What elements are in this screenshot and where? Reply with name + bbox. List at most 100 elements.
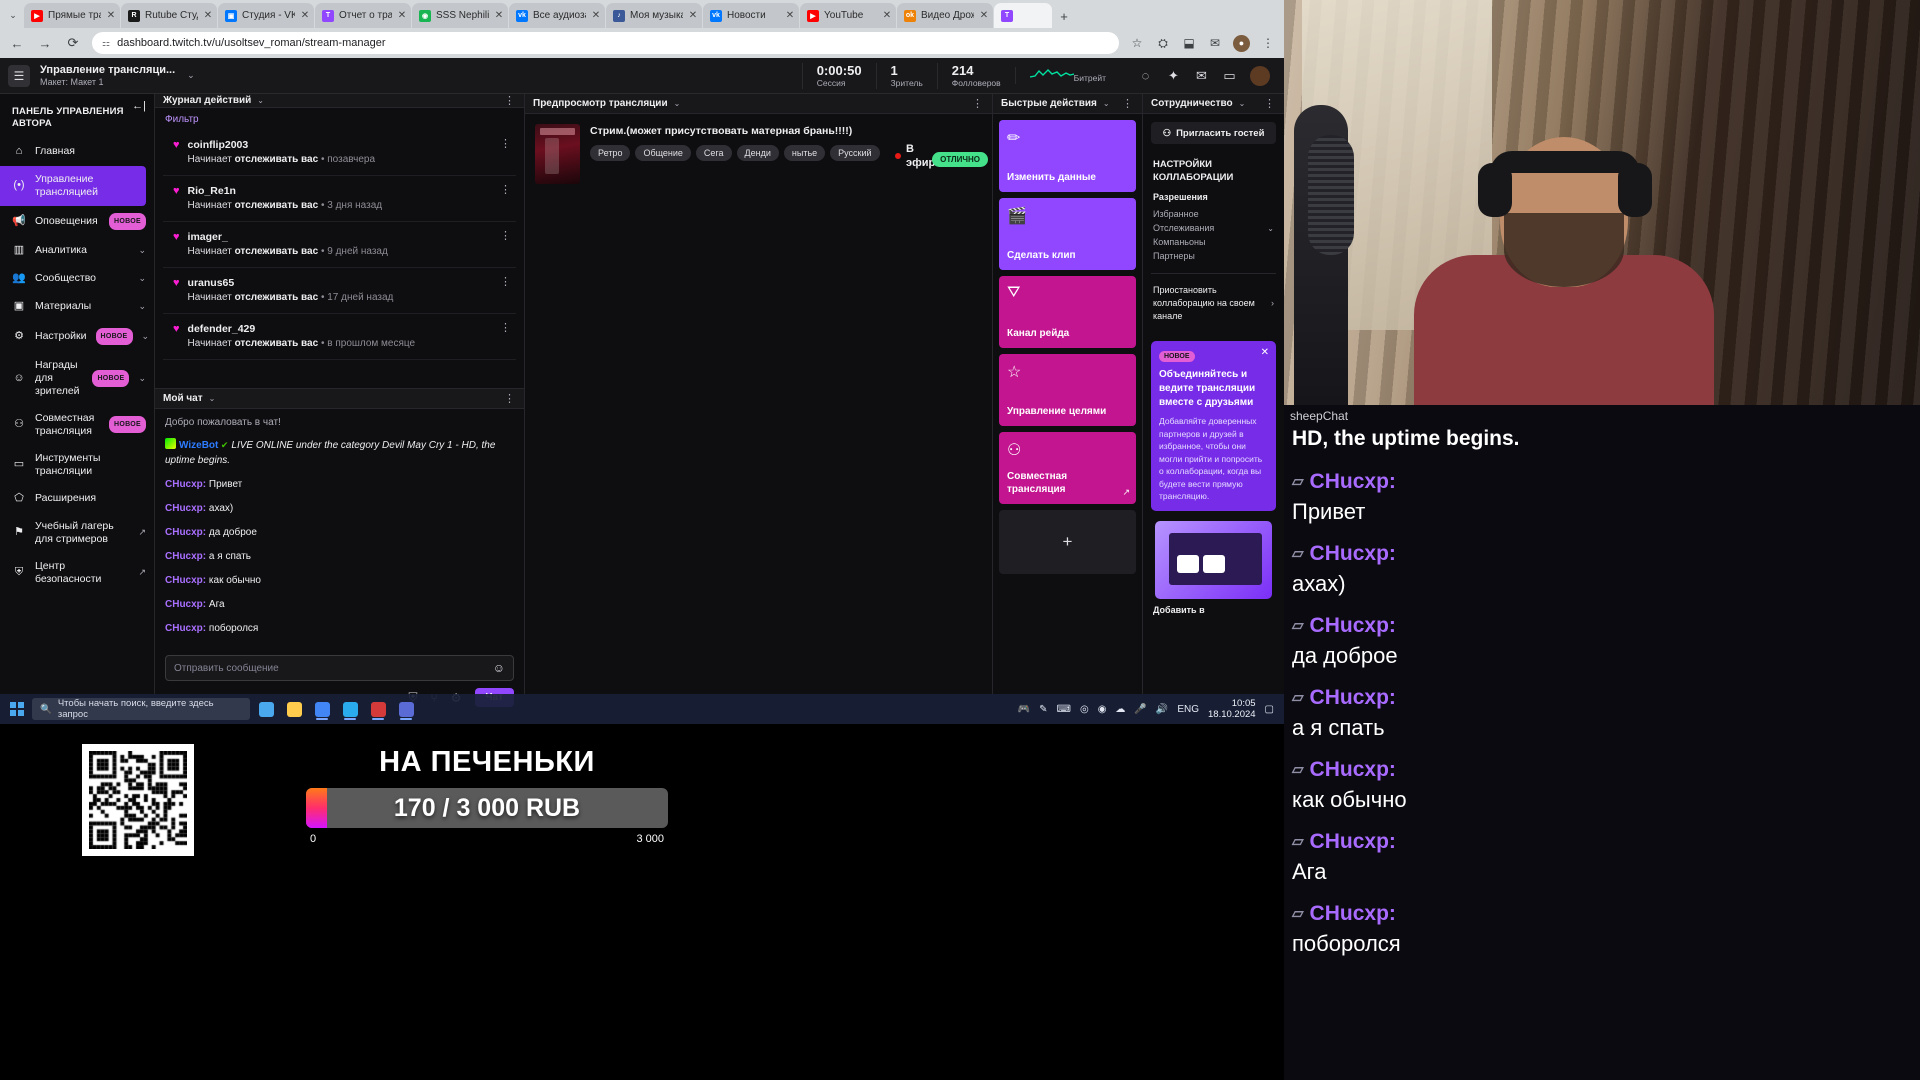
puzzle-icon[interactable]: ⛭ — [1155, 35, 1171, 51]
share-icon[interactable]: ⬓ — [1181, 35, 1197, 51]
windows-start-icon[interactable] — [6, 698, 28, 720]
close-icon[interactable]: ✕ — [785, 10, 795, 21]
cloud-icon[interactable]: ☁ — [1115, 704, 1125, 715]
reload-icon[interactable]: ⟳ — [64, 34, 82, 52]
close-icon[interactable]: ✕ — [494, 10, 504, 21]
chrome-icon[interactable] — [310, 697, 334, 721]
permission-option[interactable]: Избранное — [1151, 207, 1276, 221]
mail-icon[interactable]: ✉ — [1207, 35, 1223, 51]
activity-item[interactable]: ♥Rio_Re1nНачинает отслеживать вас • 3 дн… — [163, 176, 516, 222]
quick-action-card[interactable]: ⚇Совместная трансляция↗ — [999, 432, 1136, 504]
close-icon[interactable]: ✕ — [979, 10, 989, 21]
sound-icon[interactable]: 🔊 — [1156, 704, 1168, 715]
sidebar-item-учебный-лагерь-для-стримеров[interactable]: ⚑Учебный лагерь для стримеров↗ — [0, 513, 154, 553]
add-quick-action-button[interactable]: + — [999, 510, 1136, 574]
inbox-icon[interactable]: ✉ — [1194, 68, 1209, 83]
quick-action-card[interactable]: 🎬Сделать клип — [999, 198, 1136, 270]
collapse-sidebar-icon[interactable]: ←| — [132, 100, 146, 112]
help-icon[interactable]: ◌ — [1138, 68, 1153, 83]
chevron-down-icon[interactable]: ⌄ — [187, 70, 195, 81]
sidebar-item-материалы[interactable]: ▣Материалы⌄ — [0, 293, 154, 321]
language-indicator[interactable]: ENG — [1177, 704, 1199, 715]
sidebar-item-награды-для-зрителей[interactable]: ☺Награды для зрителейНОВОЕ⌄ — [0, 352, 154, 405]
kebab-menu-icon[interactable]: ⋮ — [1260, 35, 1276, 51]
game-icon[interactable]: 🎮 — [1018, 704, 1030, 715]
keyboard-icon[interactable]: ⌨ — [1057, 704, 1071, 715]
new-tab-button[interactable]: + — [1053, 4, 1075, 28]
activity-item[interactable]: ♥uranus65Начинает отслеживать вас • 17 д… — [163, 268, 516, 314]
activity-item[interactable]: ♥imager_Начинает отслеживать вас • 9 дне… — [163, 222, 516, 268]
browser-tab[interactable]: ▶Прямые тран...✕ — [24, 3, 120, 28]
chevron-down-icon[interactable]: ⌄ — [1267, 224, 1274, 233]
permission-option[interactable]: Компаньоны — [1151, 235, 1276, 249]
chevron-down-icon[interactable]: ⌄ — [257, 96, 264, 105]
sidebar-item-главная[interactable]: ⌂Главная — [0, 138, 154, 166]
browser-tab[interactable]: vkВсе аудиозап...✕ — [509, 3, 605, 28]
stream-tag[interactable]: Ретро — [590, 145, 630, 161]
kebab-menu-icon[interactable]: ⋮ — [504, 392, 516, 405]
chevron-down-icon[interactable]: ⌄ — [138, 272, 146, 285]
star-icon[interactable]: ☆ — [1129, 35, 1145, 51]
kebab-menu-icon[interactable]: ⋮ — [500, 230, 512, 259]
stream-tag[interactable]: Русский — [830, 145, 879, 161]
kebab-menu-icon[interactable]: ⋮ — [1122, 97, 1134, 110]
quick-action-card[interactable]: ✏Изменить данные — [999, 120, 1136, 192]
sidebar-item-аналитика[interactable]: ▥Аналитика⌄ — [0, 237, 154, 265]
chat-input[interactable]: Отправить сообщение ☺ — [165, 655, 514, 681]
notification-icon[interactable]: ▢ — [1265, 704, 1274, 715]
stream-tag[interactable]: Общение — [635, 145, 690, 161]
close-icon[interactable]: ✕ — [591, 10, 601, 21]
back-arrow-icon[interactable]: ← — [8, 34, 26, 52]
pause-collaboration-row[interactable]: Приостановить коллаборацию на своем кана… — [1151, 273, 1276, 333]
kebab-menu-icon[interactable]: ⋮ — [1264, 97, 1276, 110]
chevron-down-icon[interactable]: ⌄ — [1239, 99, 1246, 108]
sidebar-item-оповещения[interactable]: 📢ОповещенияНОВОЕ — [0, 206, 154, 237]
forward-arrow-icon[interactable]: → — [36, 34, 54, 52]
sidebar-item-совместная-трансляция[interactable]: ⚇Совместная трансляцияНОВОЕ — [0, 405, 154, 445]
prime-crown-icon[interactable]: ✦ — [1166, 68, 1181, 83]
stream-tag[interactable]: Сега — [696, 145, 732, 161]
permission-option[interactable]: Партнеры — [1151, 249, 1276, 263]
chevron-down-icon[interactable]: ⌄ — [142, 330, 150, 343]
obs-icon[interactable] — [366, 697, 390, 721]
taskbar-clock[interactable]: 10:05 18.10.2024 — [1208, 698, 1256, 720]
sidebar-item-инструменты-трансляции[interactable]: ▭Инструменты трансляции — [0, 445, 154, 485]
address-bar[interactable]: ⚏ dashboard.twitch.tv/u/usoltsev_roman/s… — [92, 32, 1119, 54]
chevron-down-icon[interactable]: ⌄ — [674, 99, 681, 108]
telegram-icon[interactable] — [338, 697, 362, 721]
browser-tab[interactable]: ♪Моя музыка✕ — [606, 3, 702, 28]
chevron-down-icon[interactable]: ⌄ — [209, 394, 216, 403]
kebab-menu-icon[interactable]: ⋮ — [500, 322, 512, 351]
browser-tab[interactable]: ▣Студия - VK В✕ — [218, 3, 314, 28]
file-explorer-icon[interactable] — [282, 697, 306, 721]
quick-action-card[interactable]: ⛛Канал рейда — [999, 276, 1136, 348]
close-icon[interactable]: ✕ — [1261, 347, 1269, 358]
pen-icon[interactable]: ✎ — [1039, 704, 1047, 715]
activity-item[interactable]: ♥defender_429Начинает отслеживать вас • … — [163, 314, 516, 360]
kebab-menu-icon[interactable]: ⋮ — [504, 94, 516, 107]
search-input[interactable]: 🔍 Чтобы начать поиск, введите здесь запр… — [32, 698, 250, 720]
browser-tab[interactable]: TОтчет о тран...✕ — [315, 3, 411, 28]
discord-icon[interactable]: ◎ — [1080, 704, 1089, 715]
chevron-down-icon[interactable]: ⌄ — [138, 300, 146, 313]
kebab-menu-icon[interactable]: ⋮ — [500, 276, 512, 305]
chevron-down-icon[interactable]: ⌄ — [1103, 99, 1110, 108]
chevron-down-icon[interactable]: ⌄ — [138, 244, 146, 257]
browser-tab[interactable]: ◉SSS Nephilim I✕ — [412, 3, 508, 28]
browser-tab[interactable]: okВидео Дрожж✕ — [897, 3, 993, 28]
chrome-tray-icon[interactable]: ◉ — [1098, 704, 1107, 715]
close-icon[interactable]: ✕ — [203, 10, 213, 21]
tab-search-icon[interactable]: ⌄ — [2, 2, 24, 28]
sidebar-item-сообщество[interactable]: 👥Сообщество⌄ — [0, 265, 154, 293]
kebab-menu-icon[interactable]: ⋮ — [972, 97, 984, 110]
close-icon[interactable]: ✕ — [106, 10, 116, 21]
avatar[interactable] — [1250, 66, 1270, 86]
invite-guests-button[interactable]: ⚇ Пригласить гостей — [1151, 122, 1276, 144]
stream-tag[interactable]: Денди — [737, 145, 779, 161]
chevron-down-icon[interactable]: ⌄ — [138, 372, 146, 385]
sidebar-item-расширения[interactable]: ⬠Расширения — [0, 485, 154, 513]
smiley-icon[interactable]: ☺ — [493, 661, 505, 675]
kebab-menu-icon[interactable]: ⋮ — [500, 138, 512, 167]
sidebar-item-центр-безопасности[interactable]: ⛨Центр безопасности↗ — [0, 553, 154, 593]
close-icon[interactable]: ✕ — [882, 10, 892, 21]
